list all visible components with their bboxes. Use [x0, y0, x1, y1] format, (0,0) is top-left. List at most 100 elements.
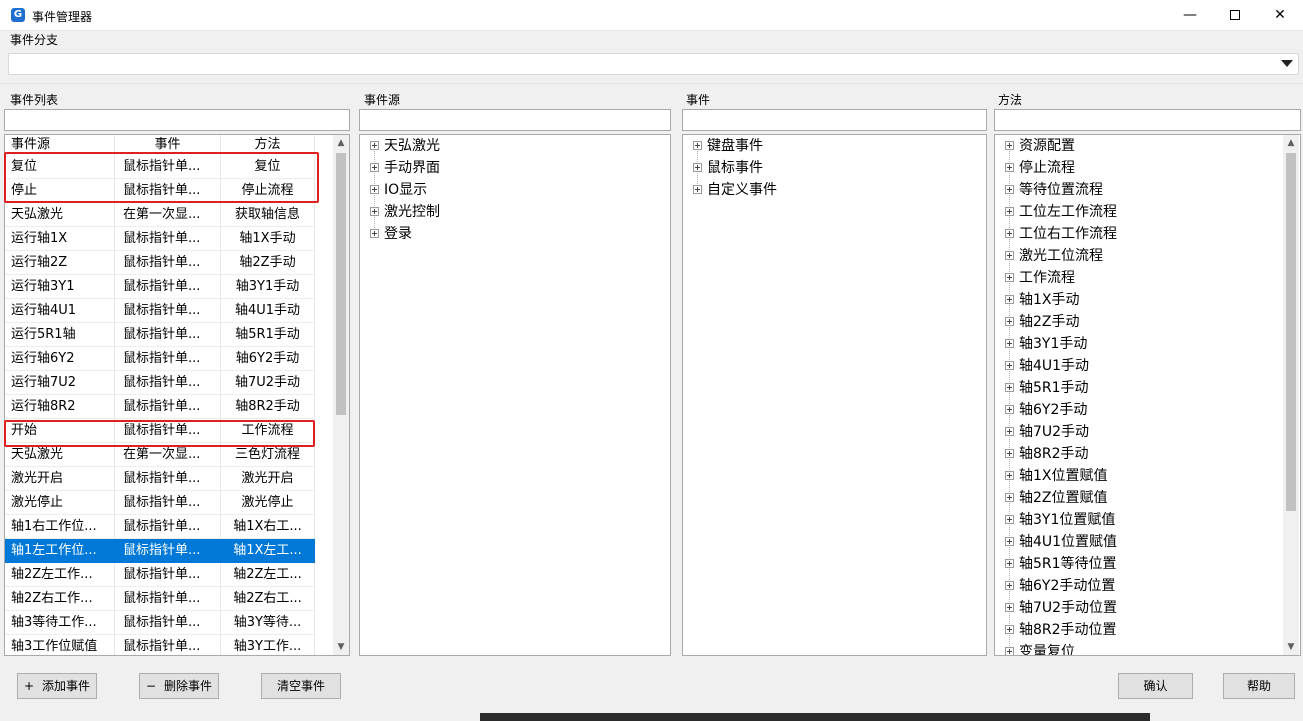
event-source-tree-item[interactable]: 激光控制 [370, 201, 440, 223]
method-tree-item[interactable]: 工作流程 [1005, 267, 1075, 289]
cell-event[interactable]: 鼠标指针单... [115, 419, 221, 443]
cell-event[interactable]: 在第一次显... [115, 203, 221, 227]
cell-event[interactable]: 鼠标指针单... [115, 275, 221, 299]
table-row[interactable]: 轴1左工作位... 鼠标指针单... 轴1X左工... [5, 539, 315, 563]
delete-event-button[interactable]: − 删除事件 [139, 673, 219, 699]
cell-event[interactable]: 鼠标指针单... [115, 563, 221, 587]
event-tree-item[interactable]: 鼠标事件 [693, 157, 763, 179]
events-tree[interactable]: 键盘事件 鼠标事件 自定义事件 [682, 134, 987, 656]
cell-method[interactable]: 三色灯流程 [221, 443, 315, 467]
cell-source[interactable]: 运行轴3Y1 [5, 275, 115, 299]
cell-method[interactable]: 轴1X手动 [221, 227, 315, 251]
method-tree-item[interactable]: 轴2Z手动 [1005, 311, 1080, 333]
method-tree-item[interactable]: 轴6Y2手动 [1005, 399, 1087, 421]
table-row[interactable]: 运行轴7U2 鼠标指针单... 轴7U2手动 [5, 371, 315, 395]
cell-source[interactable]: 运行轴2Z [5, 251, 115, 275]
methods-scrollbar[interactable]: ▲ ▼ [1283, 135, 1299, 655]
method-tree-item[interactable]: 轴8R2手动位置 [1005, 619, 1117, 641]
method-tree-item[interactable]: 轴5R1等待位置 [1005, 553, 1117, 575]
table-row[interactable]: 激光开启 鼠标指针单... 激光开启 [5, 467, 315, 491]
cell-event[interactable]: 鼠标指针单... [115, 491, 221, 515]
expand-plus-icon[interactable] [1005, 646, 1014, 655]
expand-plus-icon[interactable] [1005, 492, 1014, 502]
branch-select[interactable] [8, 53, 1299, 75]
cell-method[interactable]: 停止流程 [221, 179, 315, 203]
cell-method[interactable]: 轴5R1手动 [221, 323, 315, 347]
expand-plus-icon[interactable] [1005, 228, 1014, 238]
table-row[interactable]: 轴3工作位赋值 鼠标指针单... 轴3Y工作... [5, 635, 315, 655]
table-row[interactable]: 运行5R1轴 鼠标指针单... 轴5R1手动 [5, 323, 315, 347]
event-source-tree-item[interactable]: 天弘激光 [370, 135, 440, 157]
method-tree-item[interactable]: 轴7U2手动 [1005, 421, 1089, 443]
maximize-button[interactable] [1212, 0, 1258, 31]
expand-plus-icon[interactable] [370, 206, 379, 216]
cell-source[interactable]: 运行轴4U1 [5, 299, 115, 323]
method-tree-item[interactable]: 工位左工作流程 [1005, 201, 1117, 223]
event-tree-item[interactable]: 键盘事件 [693, 135, 763, 157]
expand-plus-icon[interactable] [1005, 558, 1014, 568]
cell-source[interactable]: 轴2Z右工作... [5, 587, 115, 611]
cell-event[interactable]: 鼠标指针单... [115, 251, 221, 275]
method-tree-item[interactable]: 轴4U1位置赋值 [1005, 531, 1117, 553]
cell-method[interactable]: 轴7U2手动 [221, 371, 315, 395]
column-header-event[interactable]: 事件 [115, 135, 221, 155]
close-button[interactable]: ✕ [1257, 0, 1303, 31]
expand-plus-icon[interactable] [693, 184, 702, 194]
cell-event[interactable]: 鼠标指针单... [115, 539, 221, 563]
column-header-source[interactable]: 事件源 [5, 135, 115, 155]
table-row[interactable]: 开始 鼠标指针单... 工作流程 [5, 419, 315, 443]
method-tree-item[interactable]: 工位右工作流程 [1005, 223, 1117, 245]
cell-source[interactable]: 激光开启 [5, 467, 115, 491]
cell-source[interactable]: 轴2Z左工作... [5, 563, 115, 587]
table-row[interactable]: 轴2Z左工作... 鼠标指针单... 轴2Z左工... [5, 563, 315, 587]
events-filter-input[interactable] [682, 109, 987, 131]
cell-event[interactable]: 在第一次显... [115, 443, 221, 467]
cell-source[interactable]: 运行轴7U2 [5, 371, 115, 395]
cell-source[interactable]: 运行轴1X [5, 227, 115, 251]
expand-plus-icon[interactable] [1005, 140, 1014, 150]
method-tree-item[interactable]: 轴3Y1位置赋值 [1005, 509, 1115, 531]
event-tree-item[interactable]: 自定义事件 [693, 179, 777, 201]
cell-source[interactable]: 天弘激光 [5, 203, 115, 227]
expand-plus-icon[interactable] [1005, 382, 1014, 392]
event-source-tree[interactable]: 天弘激光 手动界面 IO显示 激光控制 登录 [359, 134, 671, 656]
cell-source[interactable]: 轴3工作位赋值 [5, 635, 115, 655]
scroll-up-icon[interactable]: ▲ [1283, 135, 1299, 151]
confirm-button[interactable]: 确认 [1118, 673, 1193, 699]
grid-scrollbar[interactable]: ▲ ▼ [333, 135, 349, 655]
method-tree-item[interactable]: 轴5R1手动 [1005, 377, 1089, 399]
method-tree-item[interactable]: 轴2Z位置赋值 [1005, 487, 1108, 509]
method-tree-item[interactable]: 轴7U2手动位置 [1005, 597, 1117, 619]
add-event-button[interactable]: + 添加事件 [17, 673, 97, 699]
expand-plus-icon[interactable] [1005, 426, 1014, 436]
cell-source[interactable]: 运行轴6Y2 [5, 347, 115, 371]
expand-plus-icon[interactable] [1005, 250, 1014, 260]
table-row[interactable]: 停止 鼠标指针单... 停止流程 [5, 179, 315, 203]
cell-event[interactable]: 鼠标指针单... [115, 299, 221, 323]
expand-plus-icon[interactable] [1005, 448, 1014, 458]
cell-method[interactable]: 轴3Y工作... [221, 635, 315, 655]
cell-method[interactable]: 轴4U1手动 [221, 299, 315, 323]
expand-plus-icon[interactable] [1005, 184, 1014, 194]
expand-plus-icon[interactable] [1005, 624, 1014, 634]
cell-method[interactable]: 轴1X左工... [221, 539, 315, 563]
expand-plus-icon[interactable] [370, 162, 379, 172]
cell-event[interactable]: 鼠标指针单... [115, 395, 221, 419]
cell-event[interactable]: 鼠标指针单... [115, 347, 221, 371]
expand-plus-icon[interactable] [370, 228, 379, 238]
method-tree-item[interactable]: 轴4U1手动 [1005, 355, 1089, 377]
method-tree-item[interactable]: 等待位置流程 [1005, 179, 1103, 201]
help-button[interactable]: 帮助 [1223, 673, 1295, 699]
method-tree-item[interactable]: 变量复位 [1005, 641, 1075, 655]
cell-event[interactable]: 鼠标指针单... [115, 587, 221, 611]
expand-plus-icon[interactable] [693, 162, 702, 172]
expand-plus-icon[interactable] [1005, 294, 1014, 304]
table-row[interactable]: 轴1右工作位... 鼠标指针单... 轴1X右工... [5, 515, 315, 539]
event-source-tree-item[interactable]: IO显示 [370, 179, 427, 201]
cell-method[interactable]: 获取轴信息 [221, 203, 315, 227]
table-row[interactable]: 运行轴8R2 鼠标指针单... 轴8R2手动 [5, 395, 315, 419]
minimize-button[interactable]: — [1167, 0, 1213, 31]
table-row[interactable]: 运行轴4U1 鼠标指针单... 轴4U1手动 [5, 299, 315, 323]
method-tree-item[interactable]: 资源配置 [1005, 135, 1075, 157]
expand-plus-icon[interactable] [1005, 316, 1014, 326]
